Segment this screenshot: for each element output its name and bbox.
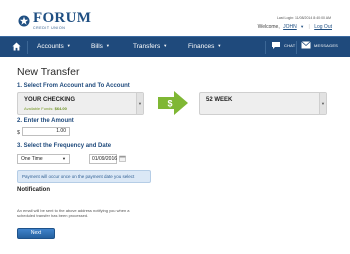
logo-subtitle: CREDIT UNION [33,26,66,30]
available-funds: Available Funds: $64.00 [24,106,67,111]
to-account-select[interactable]: 52 WEEK ▼ [199,92,327,115]
logout-link[interactable]: Log Out [314,24,332,30]
amount-input[interactable]: 1.00 [22,127,70,136]
messages-button[interactable]: MESSAGES [301,41,338,49]
messages-label: MESSAGES [314,42,339,48]
chat-bubble-icon [272,42,280,49]
forum-logo[interactable]: FORUM CREDIT UNION [18,11,91,31]
main-nav: Accounts ▼ Bills ▼ Transfers ▼ Finances ▼ CH… [0,36,350,57]
chevron-down-icon: ▼ [217,43,222,48]
notification-text: An email will be sent to the above addre… [17,208,130,218]
frequency-info-message: Payment will occur once on the payment d… [17,170,151,183]
last-login-text: Last Login: 11/08/2014 8:40:00 AM [276,16,331,20]
transfer-arrow-icon: $ [158,91,188,115]
nav-bills[interactable]: Bills ▼ [91,43,110,50]
username-link[interactable]: JOHN [283,24,297,30]
welcome-area: Welcome, JOHN ▼ | Log Out [258,24,332,30]
nav-divider [296,41,297,54]
nav-transfers[interactable]: Transfers ▼ [133,43,167,50]
chat-label: CHAT [284,43,296,48]
next-button[interactable]: Next [17,228,55,239]
calendar-icon[interactable] [119,155,126,162]
frequency-value: One Time [21,156,43,162]
chevron-down-icon: ▼ [163,43,168,48]
nav-accounts-label: Accounts [37,43,64,50]
nav-finances-label: Finances [188,43,215,50]
nav-accounts[interactable]: Accounts ▼ [37,43,71,50]
chat-button[interactable]: CHAT [271,41,295,50]
from-account-name: YOUR CHECKING [24,97,76,103]
nav-divider [265,41,266,54]
nav-bills-label: Bills [91,43,103,50]
nav-transfers-label: Transfers [133,43,161,50]
available-funds-value: $64.00 [54,106,67,111]
envelope-icon [301,41,311,49]
step-2-label: 2. Enter the Amount [17,118,74,124]
nav-finances[interactable]: Finances ▼ [188,43,221,50]
welcome-label: Welcome, [257,24,280,30]
from-account-select[interactable]: YOUR CHECKING Available Funds: $64.00 ▼ [17,92,144,115]
arrow-dollar-symbol: $ [167,99,172,109]
home-icon[interactable] [12,42,21,51]
to-account-name: 52 WEEK [206,97,233,103]
chevron-down-icon: ▼ [62,156,66,161]
frequency-select[interactable]: One Time ▼ [17,154,70,164]
currency-symbol: $ [17,130,21,136]
logo-star-icon [18,15,30,27]
page-title: New Transfer [17,66,80,78]
notification-title: Notification [17,187,50,193]
step-1-label: 1. Select From Account and To Account [17,83,130,89]
chevron-down-icon[interactable]: ▼ [300,24,304,29]
divider: | [308,24,310,30]
chevron-down-icon[interactable]: ▼ [319,93,326,114]
step-3-label: 3. Select the Frequency and Date [17,143,112,149]
chevron-down-icon[interactable]: ▼ [136,93,143,114]
logo-name: FORUM [33,10,92,26]
chevron-down-icon: ▼ [66,43,71,48]
date-input[interactable]: 01/09/2016 [89,154,117,164]
available-funds-label: Available Funds: [24,106,54,111]
nav-divider [27,41,28,54]
chevron-down-icon: ▼ [105,43,110,48]
